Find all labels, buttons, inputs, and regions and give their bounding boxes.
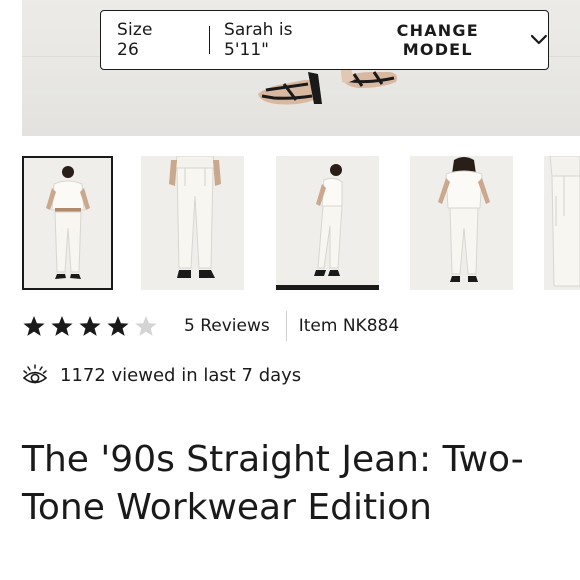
thumbnail-detail[interactable]	[544, 156, 580, 290]
product-title: The '90s Straight Jean: Two- Tone Workwe…	[22, 436, 580, 532]
size-model-bar: Size 26 Sarah is 5'11" CHANGE MODEL	[100, 10, 549, 70]
size-bar-divider	[208, 26, 211, 54]
model-height-label: Sarah is 5'11"	[224, 20, 293, 60]
thumbnail-side[interactable]	[276, 156, 379, 290]
star-filled-icon	[23, 316, 45, 336]
star-filled-icon	[79, 316, 101, 336]
thumbnail-strip	[22, 156, 580, 290]
thumbnail-front-closeup[interactable]	[141, 156, 244, 290]
thumbnail-active-indicator	[276, 285, 379, 290]
rating-divider	[285, 311, 287, 341]
size-label: Size 26	[117, 20, 153, 60]
thumbnail-back[interactable]	[410, 156, 513, 290]
rating-row: 5 Reviews Item NK884	[22, 310, 399, 342]
product-title-line-2: Tone Workwear Edition	[22, 487, 432, 528]
viewed-count-text: 1172 viewed in last 7 days	[60, 364, 302, 386]
star-filled-icon	[107, 316, 129, 336]
star-rating[interactable]	[22, 315, 158, 337]
eye-icon	[22, 364, 48, 384]
star-empty-icon	[135, 316, 157, 336]
reviews-link[interactable]: 5 Reviews	[184, 316, 270, 336]
product-title-line-1: The '90s Straight Jean: Two-	[22, 439, 524, 480]
change-model-button[interactable]: CHANGE MODEL	[359, 21, 516, 59]
viewed-count-row: 1172 viewed in last 7 days	[22, 360, 301, 390]
chevron-down-icon[interactable]	[530, 34, 548, 46]
star-filled-icon	[51, 316, 73, 336]
thumbnail-front-outfit[interactable]	[22, 156, 113, 290]
item-number: Item NK884	[298, 316, 400, 336]
